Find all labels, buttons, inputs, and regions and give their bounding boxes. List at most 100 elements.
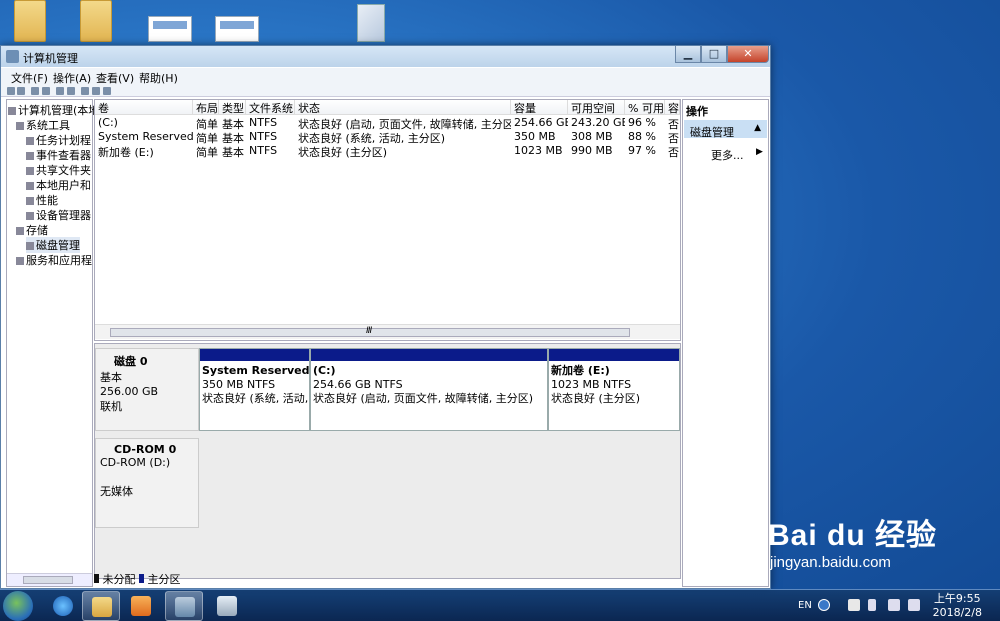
column-free-space[interactable]: 可用空间 <box>568 100 625 115</box>
scroll-thumb[interactable] <box>23 576 73 584</box>
menu-help[interactable]: 帮助(H) <box>139 70 178 86</box>
menu-action[interactable]: 操作(A) <box>53 70 91 86</box>
action-center-flag-icon[interactable] <box>848 599 860 611</box>
cell-percent-free: 88 % <box>628 130 656 143</box>
export-icon[interactable] <box>92 87 100 95</box>
tree-item-computer-management[interactable]: 计算机管理(本地 <box>8 102 99 118</box>
folder-icon[interactable] <box>80 0 112 42</box>
primary-partition-swatch <box>139 574 144 583</box>
screenshot-file-icon[interactable] <box>148 16 192 42</box>
tree-horizontal-scrollbar[interactable] <box>7 573 92 586</box>
title-bar[interactable]: 计算机管理 ▁ □ ✕ <box>1 46 770 67</box>
refresh-icon[interactable] <box>81 87 89 95</box>
cdrom-0-label[interactable]: CD-ROM 0 CD-ROM (D:) 无媒体 <box>95 438 199 528</box>
volume-list: 卷 布局 类型 文件系统 状态 容量 可用空间 % 可用 容 (C:) 简单 基… <box>94 99 681 341</box>
collapse-arrow-icon[interactable]: ▲ <box>754 123 761 133</box>
taskbar-media-player[interactable] <box>122 591 160 621</box>
tree-item-device-manager[interactable]: 设备管理器 <box>26 207 91 223</box>
volume-list-horizontal-scrollbar[interactable]: Ⅲ <box>95 324 680 339</box>
cell-fault-tolerance: 否 <box>668 146 679 159</box>
minimize-button[interactable]: ▁ <box>675 46 701 63</box>
start-button[interactable] <box>3 591 33 621</box>
scroll-grip: Ⅲ <box>366 326 373 336</box>
cell-percent-free: 96 % <box>628 116 656 129</box>
battery-icon[interactable] <box>868 599 876 611</box>
partition-e[interactable]: 新加卷 (E:) 1023 MB NTFS 状态良好 (主分区) <box>548 348 680 431</box>
column-fault-tolerance[interactable]: 容 <box>665 100 680 115</box>
properties-icon[interactable] <box>67 87 75 95</box>
tree-item-event-viewer[interactable]: 事件查看器 <box>26 147 91 163</box>
partition-status: 状态良好 (启动, 页面文件, 故障转储, 主分区) <box>313 392 534 405</box>
partition-name: (C:) <box>313 364 336 377</box>
tree-item-storage[interactable]: 存储 <box>16 222 48 238</box>
clock[interactable]: 上午9:55 2018/2/8 <box>933 592 982 620</box>
tree-item-system-tools[interactable]: 系统工具 <box>16 117 70 133</box>
baidu-logo-text: Bai du 经验 <box>768 519 938 552</box>
window-title: 计算机管理 <box>23 52 78 65</box>
cell-free-space: 990 MB <box>571 144 613 157</box>
partition-system-reserved[interactable]: System Reserved 350 MB NTFS 状态良好 (系统, 活动, <box>199 348 310 431</box>
cell-volume: System Reserved <box>98 130 193 143</box>
column-type[interactable]: 类型 <box>219 100 246 115</box>
screenshot-file-icon-2[interactable] <box>215 16 259 42</box>
users-icon <box>26 182 34 190</box>
tree-item-task-scheduler[interactable]: 任务计划程 <box>26 132 91 148</box>
actions-pane: 操作 磁盘管理 ▲ 更多... ▶ <box>682 99 769 587</box>
help-icon[interactable] <box>818 599 830 611</box>
document-file-icon[interactable] <box>357 4 385 42</box>
scroll-thumb[interactable]: Ⅲ <box>110 326 630 337</box>
tree-item-disk-management[interactable]: 磁盘管理 <box>26 237 80 253</box>
partition-c[interactable]: (C:) 254.66 GB NTFS 状态良好 (启动, 页面文件, 故障转储, … <box>310 348 548 431</box>
column-percent-free[interactable]: % 可用 <box>625 100 665 115</box>
close-button[interactable]: ✕ <box>727 46 769 63</box>
submenu-arrow-icon: ▶ <box>756 147 763 157</box>
disk-size: 256.00 GB <box>100 385 159 398</box>
taskbar-calculator[interactable] <box>208 591 246 621</box>
legend-unallocated: 未分配 <box>102 573 136 586</box>
taskbar-ie[interactable] <box>44 591 82 621</box>
cell-filesystem: NTFS <box>249 130 278 143</box>
menu-view[interactable]: 查看(V) <box>96 70 134 86</box>
maximize-button[interactable]: □ <box>701 46 727 63</box>
partition-bar <box>200 349 309 361</box>
cell-free-space: 243.20 GB <box>571 116 625 129</box>
disk-0-label[interactable]: 磁盘 0 基本 256.00 GB 联机 <box>95 348 199 431</box>
console-tree-icon[interactable] <box>42 87 50 95</box>
forward-icon[interactable] <box>17 87 25 95</box>
network-icon[interactable] <box>888 599 900 611</box>
back-icon[interactable] <box>7 87 15 95</box>
language-indicator[interactable]: EN <box>798 600 812 611</box>
tree-item-performance[interactable]: 性能 <box>26 192 58 208</box>
tree-item-local-users[interactable]: 本地用户和 <box>26 177 91 193</box>
cell-volume: 新加卷 (E:) <box>98 146 154 159</box>
services-icon <box>16 257 24 265</box>
actions-header: 操作 <box>686 105 708 118</box>
actions-section-disk-management[interactable]: 磁盘管理 ▲ <box>684 120 767 139</box>
menu-file[interactable]: 文件(F) <box>11 70 48 86</box>
computer-management-icon <box>6 50 19 63</box>
volume-icon[interactable] <box>908 599 920 611</box>
settings-icon[interactable] <box>103 87 111 95</box>
column-status[interactable]: 状态 <box>295 100 511 115</box>
column-volume[interactable]: 卷 <box>95 100 193 115</box>
cdrom-name: CD-ROM 0 <box>114 443 177 456</box>
cell-filesystem: NTFS <box>249 116 278 129</box>
disk-type: 基本 <box>100 371 122 384</box>
taskbar-explorer[interactable] <box>82 591 120 621</box>
taskbar-computer-management[interactable] <box>165 591 203 621</box>
cell-type: 基本 <box>222 146 244 159</box>
up-icon[interactable] <box>31 87 39 95</box>
device-icon <box>26 212 34 220</box>
cell-percent-free: 97 % <box>628 144 656 157</box>
column-layout[interactable]: 布局 <box>193 100 219 115</box>
tree-item-shared-folders[interactable]: 共享文件夹 <box>26 162 91 178</box>
clock-date: 2018/2/8 <box>932 606 982 619</box>
column-filesystem[interactable]: 文件系统 <box>246 100 295 115</box>
user-folder-icon[interactable] <box>14 0 46 42</box>
cell-capacity: 350 MB <box>514 130 556 143</box>
tree-item-services-apps[interactable]: 服务和应用程 <box>16 252 92 268</box>
menu-bar: 文件(F) 操作(A) 查看(V) 帮助(H) <box>1 68 770 85</box>
column-capacity[interactable]: 容量 <box>511 100 568 115</box>
help-icon[interactable] <box>56 87 64 95</box>
more-actions-link[interactable]: 更多... ▶ <box>711 147 763 163</box>
